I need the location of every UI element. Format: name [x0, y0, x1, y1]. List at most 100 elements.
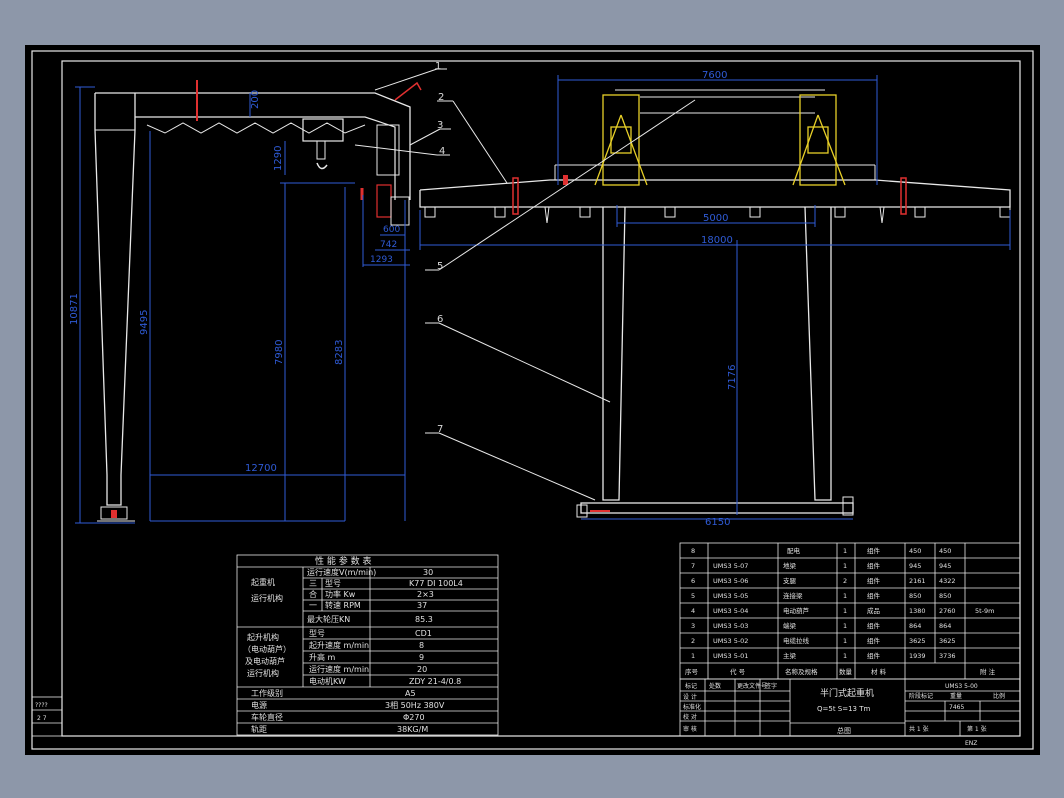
part-no: 7 — [691, 562, 695, 570]
part-type: 组件 — [867, 546, 881, 555]
crane-param-1: 型号 — [325, 579, 341, 588]
dim-600: 600 — [383, 225, 400, 235]
part-no: 6 — [691, 577, 695, 585]
dim-inner-span: 5000 — [703, 213, 728, 224]
part-w2: 2760 — [939, 607, 956, 615]
right-label-0: 阶段标记 — [909, 692, 933, 700]
part-name: 连接梁 — [783, 591, 803, 600]
parts-row-3: 3 UMS3 5-03 端梁 1 组件 864 864 — [691, 621, 951, 630]
part-qty: 1 — [843, 562, 847, 570]
cad-drawing: 200 1290 10871 9495 7980 8283 12700 600 … — [31, 50, 1034, 750]
part-code: UMS3 5-06 — [713, 577, 748, 585]
part-no: 2 — [691, 637, 695, 645]
part-code: UMS3 5-01 — [713, 652, 748, 660]
bottom-label-1: 电源 — [251, 700, 267, 710]
sheet-name: 总图 — [837, 726, 851, 735]
bottom-label-3: 轨距 — [251, 724, 267, 734]
small-code: ENZ — [965, 740, 977, 747]
left-label-1: 处数 — [709, 682, 721, 690]
callout-5: 5 — [437, 261, 443, 272]
parts-row-5: 5 UMS3 5-05 连接梁 1 组件 850 850 — [691, 591, 951, 600]
part-type: 组件 — [867, 561, 881, 570]
sheet-total: 共 1 张 — [909, 725, 929, 733]
hoist-group-4: 运行机构 — [247, 668, 279, 678]
inner-frame — [61, 60, 1021, 737]
part-type: 组件 — [867, 636, 881, 645]
parts-list-text: 8 配电 1 组件 450 450 7 UMS3 5-07 地梁 1 组件 94… — [685, 546, 996, 676]
hoist-value-0: CD1 — [415, 629, 432, 638]
hoist-group-2: （电动葫芦） — [243, 644, 291, 654]
callout-numbers: 1 2 3 4 5 6 7 — [435, 61, 445, 435]
part-w1: 1380 — [909, 607, 926, 615]
crane-group-1: 起重机 — [251, 577, 275, 587]
dim-top-span: 7600 — [702, 70, 727, 81]
performance-table-text: 性 能 参 数 表 起重机 运行机构 运行速度V(m/min) 30 三 合 一… — [243, 555, 463, 734]
part-w1: 945 — [909, 562, 921, 570]
left-label-3: 签字 — [765, 682, 777, 690]
drawing-subtitle: Q=5t S=13 Tm — [817, 705, 871, 713]
sheet-current: 第 1 张 — [967, 725, 987, 733]
ground-beam — [580, 502, 854, 514]
small-left-0: ???? — [35, 702, 48, 709]
callout-4: 4 — [439, 146, 445, 157]
callout-leaders — [354, 68, 696, 501]
dim-right-height: 8283 — [334, 340, 345, 365]
callout-3: 3 — [437, 120, 443, 131]
part-code: UMS3 5-03 — [713, 622, 748, 630]
small-left-1: 2 7 — [37, 715, 47, 722]
dim-girder-length: 18000 — [701, 235, 733, 246]
motor-char-1: 合 — [309, 589, 317, 599]
part-w2: 3736 — [939, 652, 956, 660]
crane-group-2: 运行机构 — [251, 593, 283, 603]
part-no: 4 — [691, 607, 695, 615]
hoist-value-2: 9 — [419, 653, 424, 662]
part-code: UMS3 5-05 — [713, 592, 748, 600]
left-label-0: 标记 — [685, 682, 697, 690]
header-material: 材 料 — [871, 667, 887, 676]
dim-left-height: 9495 — [139, 310, 150, 335]
dim-1293: 1293 — [370, 255, 393, 265]
part-type: 组件 — [867, 621, 881, 630]
dim-742: 742 — [380, 240, 397, 250]
parts-row-4: 4 UMS3 5-04 电动葫芦 1 成品 1380 2760 5t-9m — [691, 606, 995, 615]
bottom-value-3: 38KG/M — [397, 725, 428, 734]
hoist-value-3: 20 — [417, 665, 427, 674]
drawing-title: 半门式起重机 — [820, 687, 874, 699]
hoist-param-3: 运行速度 m/min — [309, 664, 369, 674]
part-name: 电缆拉线 — [783, 636, 810, 645]
part-qty: 1 — [843, 652, 847, 660]
part-name: 支腿 — [783, 576, 797, 585]
part-type: 组件 — [867, 651, 881, 660]
hoist-param-2: 升高 m — [309, 652, 336, 662]
hoist-param-1: 起升速度 m/min — [309, 640, 369, 650]
title-block-text: UMS3 5-00 半门式起重机 Q=5t S=13 Tm 总图 阶段标记 重量… — [35, 682, 1005, 747]
part-qty: 1 — [843, 622, 847, 630]
part-type: 组件 — [867, 576, 881, 585]
part-w2: 450 — [939, 547, 951, 555]
dim-column-height: 7176 — [727, 365, 738, 390]
left-row-0: 设 计 — [683, 693, 697, 701]
part-name: 电动葫芦 — [783, 606, 810, 615]
crane-param-3: 转速 RPM — [325, 600, 361, 610]
dim-top-small: 200 — [250, 90, 261, 109]
motor-char-0: 三 — [309, 579, 317, 588]
crane-value-2: 2×3 — [417, 590, 434, 599]
parts-row-1: 1 UMS3 5-01 主梁 1 组件 1939 3736 — [691, 651, 956, 660]
crane-param-4: 最大轮压KN — [307, 614, 350, 624]
part-qty: 1 — [843, 637, 847, 645]
part-w2: 4322 — [939, 577, 956, 585]
part-w1: 3625 — [909, 637, 926, 645]
part-w1: 850 — [909, 592, 921, 600]
outer-frame — [31, 50, 1034, 750]
left-label-2: 更改文件号 — [737, 682, 767, 690]
side-column — [94, 93, 136, 506]
part-type: 组件 — [867, 591, 881, 600]
callout-7: 7 — [437, 424, 443, 435]
crane-value-0: 30 — [423, 568, 433, 577]
left-row-2: 校 对 — [683, 713, 697, 721]
part-code: UMS3 5-07 — [713, 562, 748, 570]
right-leg — [804, 206, 832, 501]
part-code: UMS3 5-02 — [713, 637, 748, 645]
part-w1: 2161 — [909, 577, 926, 585]
part-w2: 864 — [939, 622, 951, 630]
